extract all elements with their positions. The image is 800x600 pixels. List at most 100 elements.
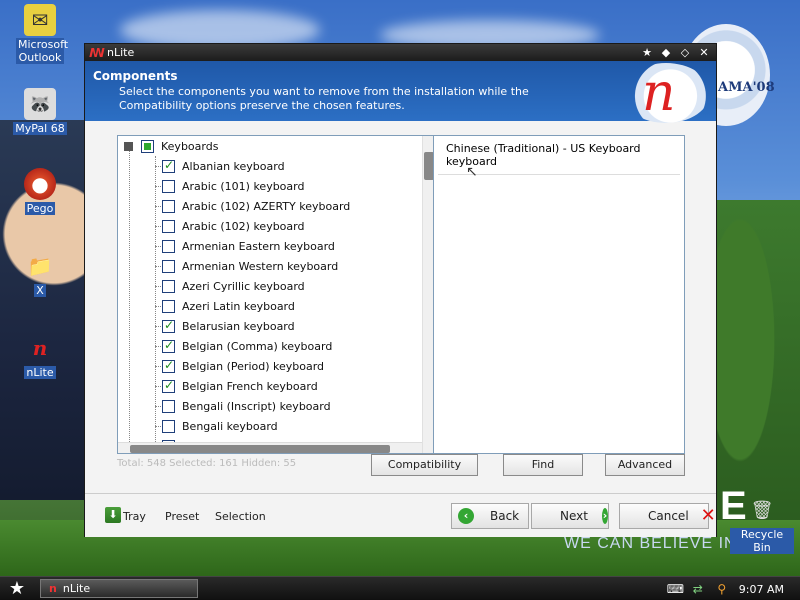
collapse-icon[interactable] xyxy=(124,141,133,151)
horizontal-scrollbar[interactable] xyxy=(118,442,422,453)
nlite-icon: n xyxy=(49,582,57,595)
tree-checkbox[interactable] xyxy=(141,139,154,153)
tree-item[interactable]: Belgian French keyboard xyxy=(155,376,318,396)
clock[interactable]: 9:07 AM xyxy=(739,583,784,596)
close-button[interactable]: ✕ xyxy=(696,46,712,60)
maximize-button[interactable]: ◇ xyxy=(677,46,693,60)
tree-item-label: Albanian keyboard xyxy=(182,159,285,173)
campaign-logo-text: AMA'08 xyxy=(718,80,775,95)
nlite-logo: n xyxy=(622,63,710,123)
tree-checkbox[interactable] xyxy=(162,239,175,253)
tree-guide-line xyxy=(129,150,130,450)
taskbar: ★ n nLite ⌨ ⇄ ⚲ 9:07 AM xyxy=(0,576,800,600)
description-panel: Chinese (Traditional) - US Keyboard keyb… xyxy=(433,135,685,454)
desktop-icon-label: MyPal 68 xyxy=(13,122,67,135)
tree-item[interactable]: Azeri Latin keyboard xyxy=(155,296,295,316)
tree-item-label: Belgian (Comma) keyboard xyxy=(182,339,333,353)
desktop-icon-outlook[interactable]: ✉ Microsoft Outlook xyxy=(10,4,70,64)
compatibility-button[interactable]: Compatibility xyxy=(371,454,478,476)
page-header: Components Select the components you wan… xyxy=(85,61,716,123)
desktop-icon-mypal[interactable]: 🦝 MyPal 68 xyxy=(10,88,70,135)
start-button[interactable]: ★ xyxy=(6,579,28,599)
selection-link[interactable]: Selection xyxy=(215,510,266,523)
tree-checkbox[interactable] xyxy=(162,378,175,393)
cancel-button[interactable]: Cancel ✕ xyxy=(619,503,716,529)
tree-item-label: Arabic (102) keyboard xyxy=(182,219,305,233)
tree-checkbox[interactable] xyxy=(162,338,175,353)
tree-item[interactable]: Belarusian keyboard xyxy=(155,316,295,336)
tree-item-label: Belarusian keyboard xyxy=(182,319,295,333)
find-button[interactable]: Find xyxy=(503,454,583,476)
recycle-bin-icon: 🗑 xyxy=(750,499,774,521)
scrollbar-thumb[interactable] xyxy=(130,445,390,453)
tree-item-label: Belgian French keyboard xyxy=(182,379,318,393)
tree-item-label: Keyboards xyxy=(161,139,219,153)
tree-checkbox[interactable] xyxy=(162,419,175,433)
tree-item[interactable]: Belgian (Period) keyboard xyxy=(155,356,325,376)
desktop-icon-label: Pego xyxy=(24,202,56,215)
tree-checkbox[interactable] xyxy=(162,179,175,193)
tree-item[interactable]: Armenian Western keyboard xyxy=(155,256,338,276)
next-button-label: Next xyxy=(560,509,588,523)
mouse-cursor-icon: ↖ xyxy=(466,164,478,180)
desktop-icon-label: Microsoft Outlook xyxy=(16,38,69,64)
tree-checkbox[interactable] xyxy=(162,279,175,293)
tray-icon[interactable]: ⬇ xyxy=(105,507,121,523)
tree-checkbox[interactable] xyxy=(162,259,175,273)
system-tray: ⌨ ⇄ ⚲ 9:07 AM xyxy=(667,577,800,600)
tree-item[interactable]: Bengali (Inscript) keyboard xyxy=(155,396,331,416)
page-title: Components xyxy=(93,69,178,83)
desktop-icon-pego[interactable]: ● Pego xyxy=(10,168,70,215)
tree-root-keyboards[interactable]: Keyboards xyxy=(124,136,218,156)
tree-item[interactable]: Armenian Eastern keyboard xyxy=(155,236,335,256)
back-arrow-icon: ‹ xyxy=(458,508,474,524)
tree-checkbox[interactable] xyxy=(162,199,175,213)
tree-item[interactable]: Arabic (102) AZERTY keyboard xyxy=(155,196,350,216)
tree-checkbox[interactable] xyxy=(162,318,175,333)
taskbar-item-nlite[interactable]: n nLite xyxy=(40,579,198,598)
tree-checkbox[interactable] xyxy=(162,358,175,373)
tree-checkbox[interactable] xyxy=(162,158,175,173)
desktop-icon-nlite[interactable]: n nLite xyxy=(10,332,70,379)
folder-icon: 📁 xyxy=(27,254,53,278)
nlite-title-icon: ꟿ xyxy=(89,45,105,60)
tree-item-label: Arabic (101) keyboard xyxy=(182,179,305,193)
preset-link[interactable]: Preset xyxy=(165,510,199,523)
minimize-button[interactable]: ◆ xyxy=(658,46,674,60)
tree-checkbox[interactable] xyxy=(162,219,175,233)
next-button[interactable]: Next › xyxy=(531,503,609,529)
tree-item[interactable]: Albanian keyboard xyxy=(155,156,285,176)
tree-item[interactable]: Belgian (Comma) keyboard xyxy=(155,336,333,356)
nlite-icon: n xyxy=(32,336,48,360)
desktop-icon-label: X xyxy=(34,284,46,297)
tree-item[interactable]: Arabic (102) keyboard xyxy=(155,216,305,236)
tree-item[interactable]: Azeri Cyrillic keyboard xyxy=(155,276,305,296)
tray-link[interactable]: Tray xyxy=(123,510,146,523)
components-tree[interactable]: Keyboards Albanian keyboard Arabic (101) … xyxy=(117,135,434,454)
window-titlebar[interactable]: ꟿ nLite ★ ◆ ◇ ✕ xyxy=(85,44,716,61)
desktop-icon-x-folder[interactable]: 📁 X xyxy=(10,250,70,297)
network-icon[interactable]: ⇄ xyxy=(691,582,705,596)
tree-guide-line xyxy=(155,156,156,446)
pin-button[interactable]: ★ xyxy=(639,46,655,60)
slogan-text: WE CAN BELIEVE IN xyxy=(564,535,737,552)
pego-icon: ● xyxy=(24,168,56,200)
tree-item-label: Bengali keyboard xyxy=(182,419,278,433)
outlook-icon: ✉ xyxy=(24,4,56,36)
keyboard-icon[interactable]: ⌨ xyxy=(667,582,684,596)
tree-item[interactable]: Arabic (101) keyboard xyxy=(155,176,305,196)
tree-item-label: Bengali (Inscript) keyboard xyxy=(182,399,331,413)
tree-item-label: Armenian Eastern keyboard xyxy=(182,239,335,253)
window-controls: ★ ◆ ◇ ✕ xyxy=(639,46,716,60)
desktop-icon-label: Recycle Bin xyxy=(730,528,794,554)
advanced-button[interactable]: Advanced xyxy=(605,454,685,476)
tree-item[interactable]: Bengali keyboard xyxy=(155,416,278,436)
nlite-logo-letter: n xyxy=(642,63,676,123)
back-button[interactable]: ‹ Back xyxy=(451,503,529,529)
tree-checkbox[interactable] xyxy=(162,299,175,313)
tree-item-label: Belgian (Period) keyboard xyxy=(182,359,325,373)
desktop-icon-recycle-bin[interactable]: 🗑 Recycle Bin xyxy=(730,494,794,554)
tree-item-label: Azeri Latin keyboard xyxy=(182,299,295,313)
search-icon[interactable]: ⚲ xyxy=(715,582,729,596)
tree-checkbox[interactable] xyxy=(162,399,175,413)
